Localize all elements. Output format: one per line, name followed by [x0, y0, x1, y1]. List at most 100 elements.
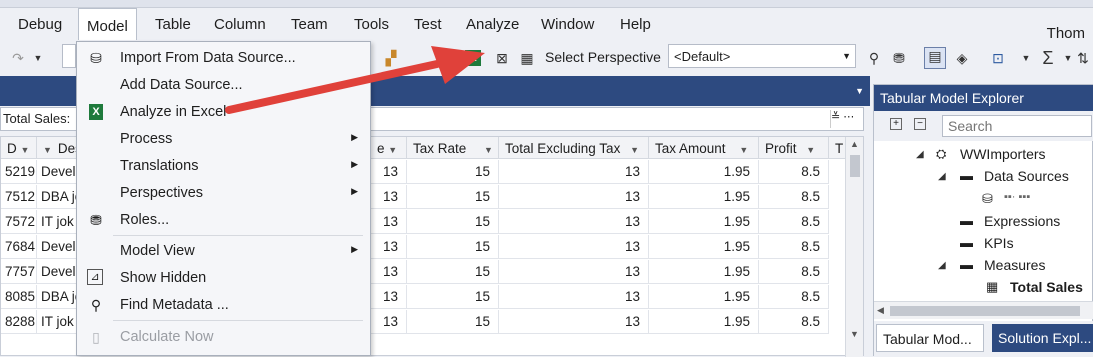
sort-icon[interactable]: ⇅	[1075, 50, 1091, 66]
menu-debug[interactable]: Debug	[18, 16, 62, 33]
table-cell[interactable]: 15	[407, 160, 499, 184]
tree-item-expressions[interactable]: Expressions	[984, 213, 1060, 229]
table-cell[interactable]: 13	[371, 260, 407, 284]
table-cell[interactable]: Devel	[37, 160, 77, 184]
table-cell[interactable]: 1.95	[649, 235, 759, 259]
column-header-total-excluding-tax[interactable]: Total Excluding Tax ▼	[499, 137, 649, 159]
table-cell[interactable]: DBA jo	[37, 185, 77, 209]
table-cell[interactable]: 15	[407, 235, 499, 259]
table-cell[interactable]: 8.5	[759, 310, 829, 334]
table-cell[interactable]: 8085	[1, 285, 37, 309]
tree-expand-icon[interactable]: ◢	[916, 149, 924, 160]
vertical-scrollbar[interactable]: ▲ ▼	[845, 137, 863, 357]
table-cell[interactable]: 8.5	[759, 260, 829, 284]
table-cell[interactable]: 13	[499, 310, 649, 334]
table-cell[interactable]: 13	[499, 260, 649, 284]
menu-test[interactable]: Test	[414, 16, 442, 33]
expand-icon[interactable]: ≚ ⋯	[830, 110, 862, 128]
expand-all-icon[interactable]: +	[890, 118, 902, 130]
tree-expand-icon[interactable]: ◢	[938, 260, 946, 271]
menu-team[interactable]: Team	[291, 16, 328, 33]
table-cell[interactable]: 8.5	[759, 185, 829, 209]
menu-tools[interactable]: Tools	[354, 16, 389, 33]
table-cell[interactable]: 8.5	[759, 210, 829, 234]
menu-item-translations[interactable]: Translations ▶	[77, 152, 370, 179]
tab-tabular-model-explorer[interactable]: Tabular Mod...	[876, 324, 984, 352]
table-cell[interactable]: 1.95	[649, 160, 759, 184]
table-cell[interactable]: 15	[407, 310, 499, 334]
table-cell[interactable]: 13	[371, 210, 407, 234]
table-cell[interactable]: 15	[407, 210, 499, 234]
column-header-tax-rate[interactable]: Tax Rate ▼	[407, 137, 499, 159]
chevron-down-icon[interactable]: ▼	[1060, 50, 1076, 66]
column-header-description[interactable]: ▼Descr	[37, 137, 77, 159]
table-cell[interactable]: 13	[499, 185, 649, 209]
table-cell[interactable]: 8.5	[759, 160, 829, 184]
menu-item-roles[interactable]: ⛃ Roles...	[77, 206, 370, 233]
table-cell[interactable]: IT jok	[37, 210, 77, 234]
table-cell[interactable]: 13	[371, 235, 407, 259]
table-cell[interactable]: 13	[499, 210, 649, 234]
table-cell[interactable]: DBA jo	[37, 285, 77, 309]
perspective-icon[interactable]: ▦	[519, 50, 535, 66]
tree-item-kpis[interactable]: KPIs	[984, 235, 1014, 251]
table-cell[interactable]: 7757	[1, 260, 37, 284]
tree-item-measures[interactable]: Measures	[984, 257, 1045, 273]
menu-item-analyze-in-excel[interactable]: X Analyze in Excel	[77, 98, 370, 125]
table-cell[interactable]: 15	[407, 185, 499, 209]
scroll-left-icon[interactable]: ◀	[877, 305, 884, 316]
grid-view-icon[interactable]: ▤	[924, 47, 946, 69]
tree-item-data-source[interactable]: ▪▪· ▪▪▪	[1004, 191, 1030, 203]
column-header-profit[interactable]: Profit ▼	[759, 137, 829, 159]
table-cell[interactable]: 7572	[1, 210, 37, 234]
config-combo[interactable]	[62, 44, 76, 68]
table-cell[interactable]: 8.5	[759, 285, 829, 309]
tree-item-measure[interactable]: Total Sales	[1010, 279, 1083, 295]
table-cell[interactable]: 13	[371, 185, 407, 209]
menu-item-add-data-source[interactable]: Add Data Source...	[77, 71, 370, 98]
tree-item-data-sources[interactable]: Data Sources	[984, 168, 1069, 184]
menu-item-show-hidden[interactable]: ⊿ Show Hidden	[77, 264, 370, 291]
table-cell[interactable]: 15	[407, 285, 499, 309]
filter-icon[interactable]: ⊠	[494, 50, 510, 66]
menu-window[interactable]: Window	[541, 16, 594, 33]
table-cell[interactable]: 13	[371, 285, 407, 309]
search-icon[interactable]: ⚲	[866, 50, 882, 66]
diagram-view-icon[interactable]: ◈	[954, 50, 970, 66]
table-cell[interactable]: 1.95	[649, 185, 759, 209]
menu-item-import-from-data-source[interactable]: ⛁ Import From Data Source...	[77, 44, 370, 71]
scroll-up-icon[interactable]: ▲	[850, 139, 859, 149]
menu-item-perspectives[interactable]: Perspectives ▶	[77, 179, 370, 206]
menu-table[interactable]: Table	[155, 16, 191, 33]
table-cell[interactable]: 13	[499, 235, 649, 259]
new-measure-icon[interactable]: ⊡	[990, 50, 1006, 66]
table-cell[interactable]: 1.95	[649, 285, 759, 309]
cube-icon[interactable]: ⊖	[440, 50, 456, 66]
menu-item-process[interactable]: Process ▶	[77, 125, 370, 152]
sigma-icon[interactable]: Σ	[1040, 49, 1056, 67]
table-cell[interactable]: 13	[371, 160, 407, 184]
table-cell[interactable]: 1.95	[649, 260, 759, 284]
roles-icon[interactable]: ⛃	[891, 50, 907, 66]
menu-item-model-view[interactable]: Model View ▶	[77, 237, 370, 264]
column-header-tax-amount[interactable]: Tax Amount ▼	[649, 137, 759, 159]
tree-item-model[interactable]: WWImporters	[960, 146, 1046, 162]
tree-expand-icon[interactable]: ◢	[938, 171, 946, 182]
chevron-down-icon[interactable]: ▼	[1018, 50, 1034, 66]
table-cell[interactable]: 15	[407, 260, 499, 284]
horizontal-scrollbar[interactable]: ◀	[874, 301, 1093, 319]
search-input[interactable]	[942, 115, 1092, 137]
chevron-down-icon[interactable]: ▼	[30, 50, 46, 66]
table-cell[interactable]: IT jok	[37, 310, 77, 334]
menu-column[interactable]: Column	[214, 16, 266, 33]
collapse-all-icon[interactable]: −	[914, 118, 926, 130]
menu-model[interactable]: Model	[78, 8, 137, 42]
menu-analyze[interactable]: Analyze	[466, 16, 519, 33]
redo-icon[interactable]: ↷	[10, 50, 26, 66]
column-header-partial[interactable]: D ▼	[1, 137, 37, 159]
excel-icon[interactable]: X	[465, 50, 481, 66]
table-cell[interactable]: 13	[371, 310, 407, 334]
table-cell[interactable]: 1.95	[649, 210, 759, 234]
data-view-icon[interactable]: ▞	[383, 50, 399, 66]
table-cell[interactable]: 7512	[1, 185, 37, 209]
